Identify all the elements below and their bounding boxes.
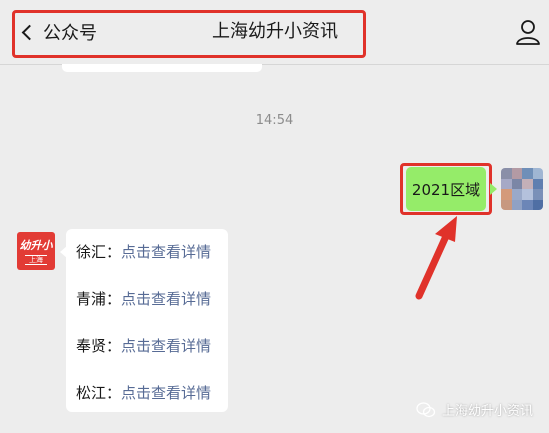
- previous-message-bubble: [62, 64, 262, 72]
- list-item: 奉贤：点击查看详情: [76, 335, 211, 356]
- message-timestamp: 14:54: [255, 113, 294, 128]
- chat-title: 上海幼升小资讯: [212, 21, 338, 42]
- avatar-logo-subtext: 上海: [25, 255, 47, 265]
- details-link[interactable]: 点击查看详情: [121, 384, 211, 402]
- details-link[interactable]: 点击查看详情: [121, 337, 211, 355]
- list-item: 松江：点击查看详情: [76, 382, 211, 403]
- back-label: 公众号: [43, 23, 97, 44]
- details-link[interactable]: 点击查看详情: [121, 290, 211, 308]
- oa-message-bubble: 徐汇：点击查看详情 青浦：点击查看详情 奉贤：点击查看详情 松江：点击查看详情: [66, 229, 228, 412]
- user-avatar[interactable]: [501, 168, 543, 210]
- details-link[interactable]: 点击查看详情: [121, 243, 211, 261]
- wechat-logo-icon: [416, 401, 436, 417]
- list-item: 青浦：点击查看详情: [76, 288, 211, 309]
- avatar-logo-text: 幼升小: [19, 239, 53, 252]
- top-bar: 公众号 上海幼升小资讯: [0, 0, 549, 65]
- back-button[interactable]: 公众号: [21, 18, 97, 46]
- district-label: 奉贤：: [76, 337, 122, 355]
- official-account-avatar[interactable]: 幼升小 上海: [17, 232, 55, 270]
- district-label: 青浦：: [76, 290, 122, 308]
- district-label: 徐汇：: [76, 243, 122, 261]
- watermark-text: 上海幼升小资讯: [441, 404, 533, 419]
- my-bubble-tail: [490, 183, 497, 195]
- chevron-left-icon: [21, 24, 38, 41]
- list-item: 徐汇：点击查看详情: [76, 241, 211, 262]
- person-icon: [516, 20, 540, 45]
- my-message-bubble[interactable]: 2021区域: [406, 167, 486, 211]
- profile-button[interactable]: [513, 18, 543, 46]
- district-label: 松江：: [76, 384, 122, 402]
- annotation-arrow: [415, 216, 457, 300]
- watermark: 上海幼升小资讯: [416, 400, 533, 419]
